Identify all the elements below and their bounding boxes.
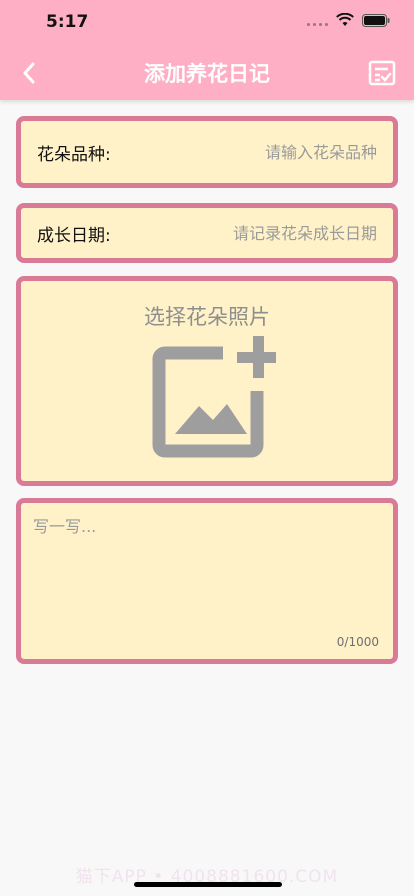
battery-icon [362, 13, 390, 27]
page-title: 添加养花日记 [144, 62, 270, 86]
app-header: 5:17 添加养花日记 [0, 0, 414, 100]
variety-input[interactable] [177, 142, 377, 162]
save-button[interactable] [368, 60, 396, 86]
date-field-card: 成长日期: [16, 203, 398, 263]
checklist-icon [368, 60, 396, 86]
home-indicator [134, 882, 282, 887]
signal-icon [307, 14, 328, 26]
status-icons [307, 13, 390, 27]
date-label: 成长日期: [37, 225, 111, 246]
date-input[interactable] [147, 223, 377, 243]
variety-label: 花朵品种: [37, 144, 111, 165]
notes-card: 0/1000 [16, 498, 398, 664]
notes-textarea[interactable] [33, 513, 381, 629]
char-counter: 0/1000 [336, 635, 379, 649]
photo-picker-card[interactable]: 选择花朵照片 [16, 276, 398, 486]
status-time: 5:17 [46, 12, 89, 32]
add-photo-icon[interactable] [151, 336, 276, 461]
variety-field-card: 花朵品种: [16, 116, 398, 188]
photo-picker-title: 选择花朵照片 [144, 305, 270, 329]
wifi-icon [336, 13, 354, 26]
